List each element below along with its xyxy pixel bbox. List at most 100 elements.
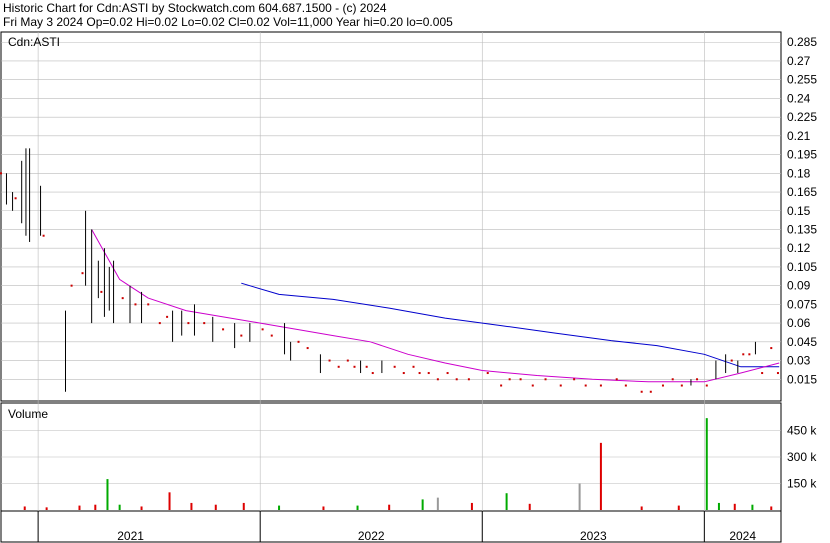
stock-chart: 0.285 0.27 0.255 0.24 0.225 0.21 0.195 0.18 0.16…: [0, 31, 817, 543]
close-dot: [261, 328, 264, 331]
close-dot: [742, 353, 745, 356]
price-panel-frame: [0, 31, 782, 402]
volume-bar: [733, 503, 736, 510]
close-dot: [573, 378, 576, 381]
price-y-tick-label: 0.24: [787, 91, 811, 105]
x-year-label: 2022: [358, 529, 385, 543]
close-dot: [346, 359, 349, 362]
close-dot: [270, 334, 273, 337]
close-dot: [500, 384, 503, 387]
volume-bar: [94, 504, 97, 510]
close-dot: [418, 372, 421, 375]
volume-bar: [356, 505, 359, 510]
close-dot: [661, 384, 664, 387]
close-dot: [705, 384, 708, 387]
volume-bar: [640, 506, 643, 510]
price-y-tick-label: 0.045: [787, 335, 817, 349]
volume-bar: [436, 497, 439, 510]
close-dot: [624, 384, 627, 387]
volume-bar: [190, 502, 193, 510]
volume-panel-label: Volume: [8, 407, 48, 421]
close-dot: [680, 384, 683, 387]
x-year-label: 2023: [580, 529, 607, 543]
price-panel-label: Cdn:ASTI: [8, 35, 60, 49]
price-y-tick-label: 0.075: [787, 297, 817, 311]
close-dot: [365, 365, 368, 368]
price-y-tick-label: 0.21: [787, 129, 811, 143]
price-y-tick-label: 0.12: [787, 241, 811, 255]
close-dot: [770, 347, 773, 350]
close-dot: [14, 197, 17, 200]
close-dot: [486, 372, 489, 375]
volume-bar: [45, 507, 48, 510]
price-y-tick-label: 0.105: [787, 260, 817, 274]
volume-y-tick-label: 300 k: [787, 450, 817, 464]
close-dot: [427, 372, 430, 375]
volume-bar: [23, 506, 26, 510]
close-dot: [761, 372, 764, 375]
volume-bar: [214, 504, 217, 510]
close-dot: [599, 384, 602, 387]
close-dot: [402, 372, 405, 375]
price-y-tick-label: 0.255: [787, 73, 817, 87]
price-y-tick-label: 0.225: [787, 110, 817, 124]
volume-bar: [118, 504, 121, 510]
volume-bar: [140, 506, 143, 510]
close-dot: [584, 384, 587, 387]
close-dot: [519, 378, 522, 381]
close-dot: [649, 390, 652, 393]
close-dot: [100, 290, 103, 293]
volume-bar: [528, 503, 531, 510]
price-y-tick-label: 0.27: [787, 54, 811, 68]
close-dot: [147, 303, 150, 306]
close-dot: [70, 284, 73, 287]
volume-bar: [578, 483, 581, 510]
close-dot: [222, 328, 225, 331]
volume-y-tick-label: 150 k: [787, 477, 817, 491]
volume-bar: [505, 493, 508, 510]
volume-bar: [677, 505, 680, 510]
close-dot: [121, 297, 124, 300]
close-dot: [446, 372, 449, 375]
volume-bar: [242, 502, 245, 510]
volume-bar: [278, 505, 281, 510]
close-dot: [134, 303, 137, 306]
close-dot: [203, 322, 206, 325]
close-dot: [455, 378, 458, 381]
price-y-tick-label: 0.03: [787, 354, 811, 368]
price-y-tick-label: 0.165: [787, 185, 817, 199]
volume-bar: [106, 479, 109, 510]
volume-bar: [599, 442, 602, 510]
volume-bar: [770, 506, 773, 510]
volume-bar: [322, 506, 325, 510]
close-dot: [730, 359, 733, 362]
volume-bar: [388, 504, 391, 510]
close-dot: [467, 378, 470, 381]
close-dot: [158, 322, 161, 325]
close-dot: [328, 359, 331, 362]
close-dot: [412, 365, 415, 368]
close-dot: [776, 372, 779, 375]
close-dot: [671, 378, 674, 381]
price-y-tick-label: 0.285: [787, 35, 817, 49]
close-dot: [297, 340, 300, 343]
close-dot: [531, 384, 534, 387]
price-y-tick-label: 0.06: [787, 316, 811, 330]
price-y-tick-label: 0.195: [787, 148, 817, 162]
x-year-label: 2024: [729, 529, 756, 543]
close-dot: [696, 378, 699, 381]
close-dot: [508, 378, 511, 381]
volume-bar: [470, 502, 473, 510]
price-y-tick-label: 0.015: [787, 372, 817, 386]
close-dot: [748, 353, 751, 356]
price-y-tick-label: 0.135: [787, 222, 817, 236]
close-dot: [371, 372, 374, 375]
price-y-tick-label: 0.09: [787, 279, 811, 293]
volume-bar: [705, 418, 708, 510]
close-dot: [240, 334, 243, 337]
volume-bar: [421, 499, 424, 510]
x-year-label: 2021: [117, 529, 144, 543]
close-dot: [187, 322, 190, 325]
close-dot: [615, 378, 618, 381]
close-dot: [436, 378, 439, 381]
